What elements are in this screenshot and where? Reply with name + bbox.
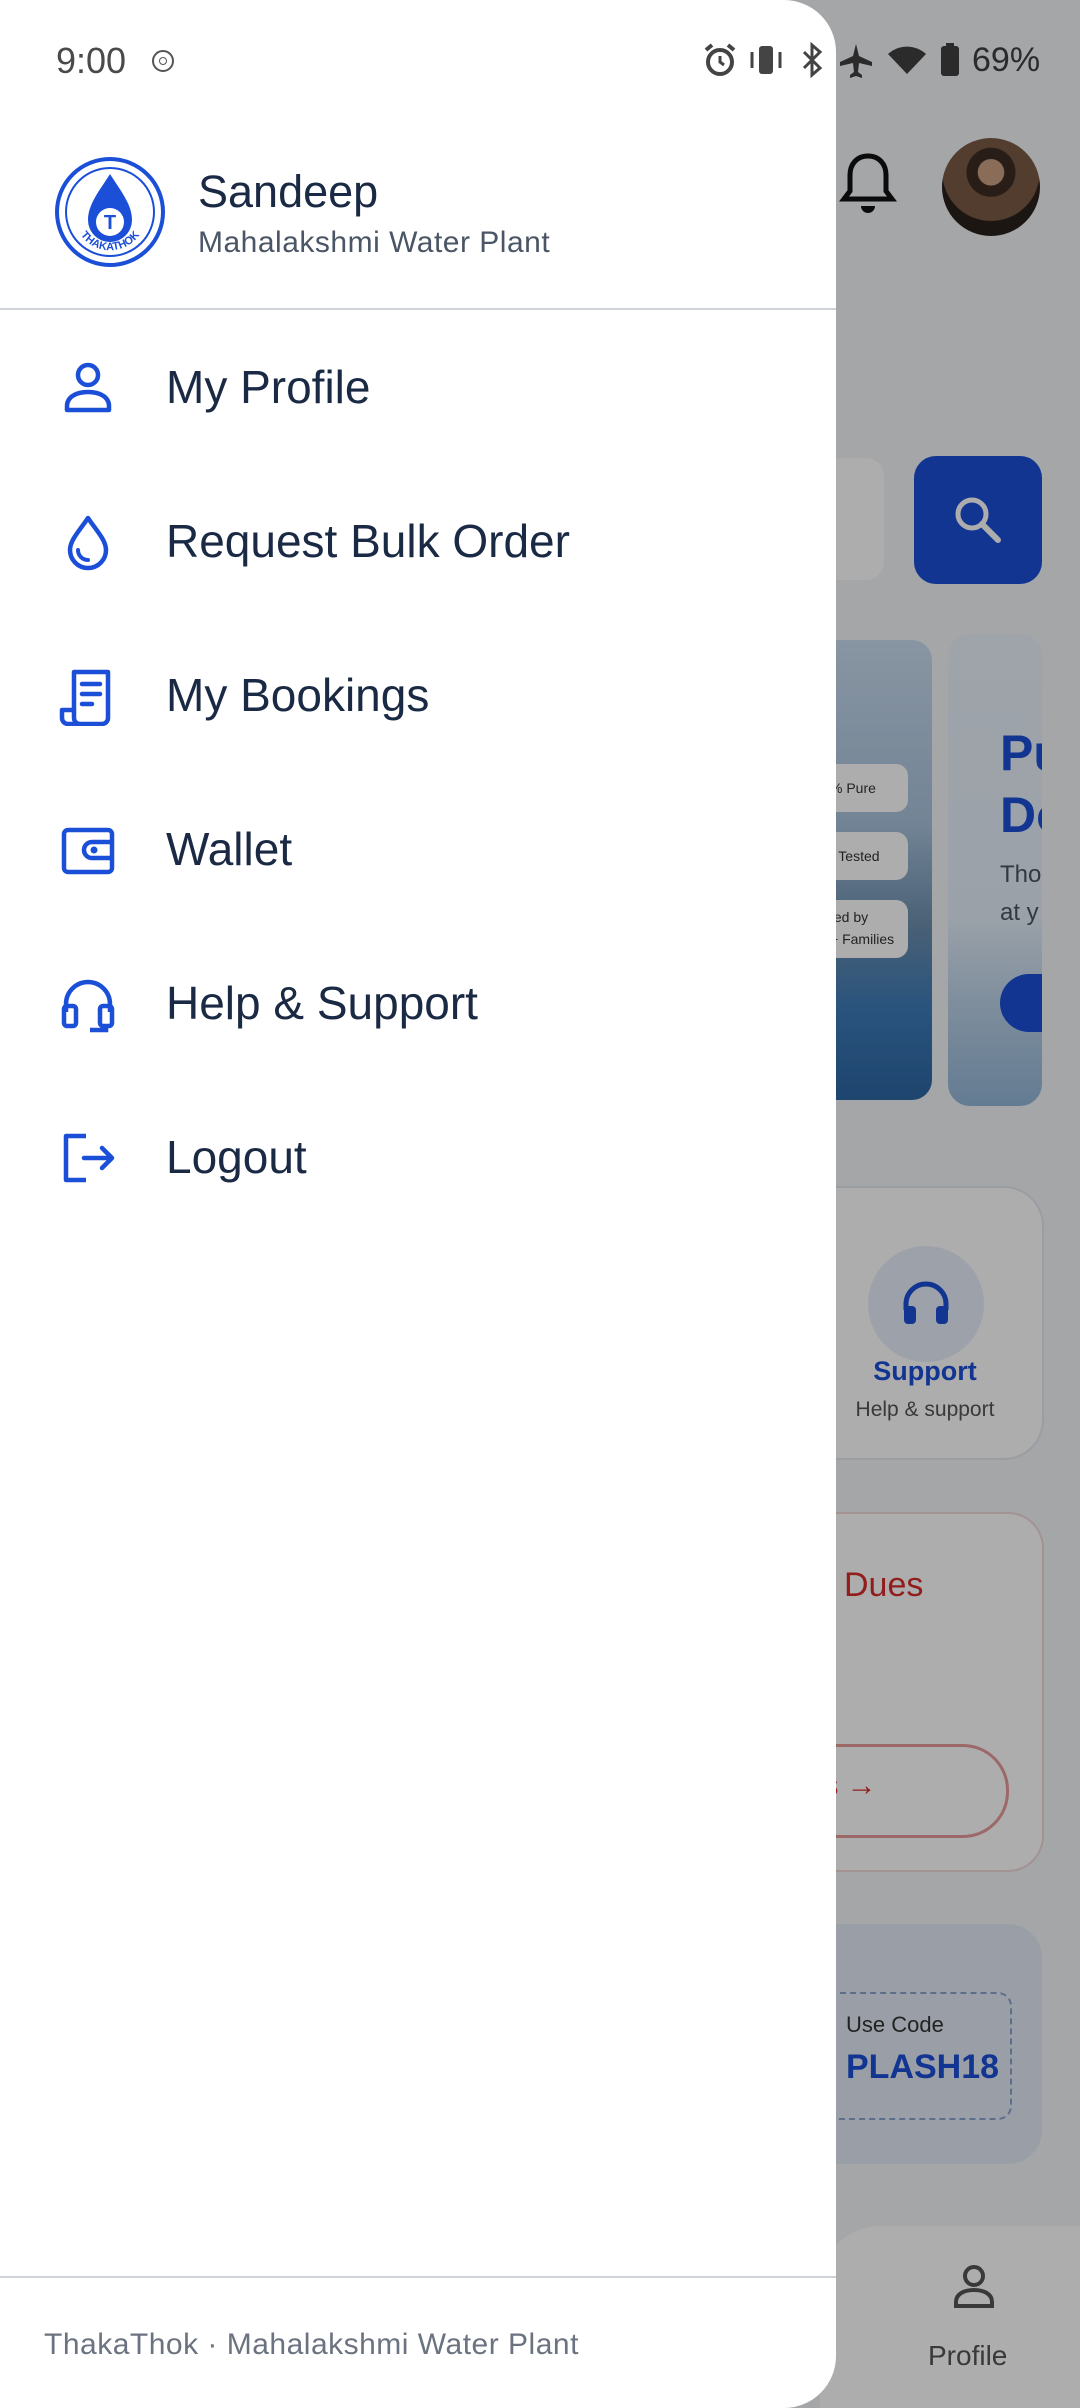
- battery-percent: 69%: [972, 40, 1041, 79]
- drawer-profile-header[interactable]: T THAKATHOK Sandeep Mahalakshmi Water Pl…: [0, 150, 836, 310]
- battery-icon: [941, 43, 959, 76]
- menu-item-my-profile[interactable]: My Profile: [0, 310, 836, 464]
- user-name: Sandeep: [198, 166, 379, 217]
- wifi-icon: [888, 46, 926, 74]
- vibrate-icon: [750, 46, 782, 74]
- headset-icon: [61, 979, 115, 1033]
- menu-item-help-support[interactable]: Help & Support: [0, 926, 836, 1080]
- user-plant-name: Mahalakshmi Water Plant: [198, 226, 551, 259]
- drawer-footer: ThakaThok · Mahalakshmi Water Plant: [0, 2276, 836, 2408]
- menu-label: My Bookings: [166, 669, 430, 721]
- airplane-icon: [840, 44, 872, 78]
- wallet-icon: [61, 827, 115, 875]
- status-icons: [700, 40, 832, 80]
- menu-label: My Profile: [166, 361, 371, 413]
- receipt-icon: [59, 669, 111, 726]
- status-time: 9:00: [56, 40, 127, 81]
- status-icons-right: 69%: [836, 40, 1040, 80]
- thakathok-logo: T THAKATHOK: [55, 157, 165, 267]
- footer-text: ThakaThok · Mahalakshmi Water Plant: [44, 2328, 579, 2361]
- water-drop-icon: [67, 515, 109, 571]
- menu-item-wallet[interactable]: Wallet: [0, 772, 836, 926]
- menu-label: Help & Support: [166, 977, 478, 1029]
- status-notification-icon: [152, 50, 174, 72]
- drawer-menu: My Profile Request Bulk Order My Booking…: [0, 310, 836, 1234]
- menu-label: Request Bulk Order: [166, 515, 570, 567]
- menu-label: Logout: [166, 1131, 307, 1183]
- navigation-drawer: 9:00 T THAKATHOK Sandeep Mahalakshmi Wat…: [0, 0, 836, 2408]
- menu-item-logout[interactable]: Logout: [0, 1080, 836, 1234]
- svg-text:T: T: [104, 212, 116, 234]
- person-icon: [64, 362, 112, 413]
- logout-icon: [63, 1133, 115, 1183]
- menu-item-my-bookings[interactable]: My Bookings: [0, 618, 836, 772]
- alarm-icon: [704, 43, 736, 76]
- menu-label: Wallet: [166, 823, 293, 875]
- menu-item-request-bulk-order[interactable]: Request Bulk Order: [0, 464, 836, 618]
- bluetooth-icon: [802, 41, 823, 79]
